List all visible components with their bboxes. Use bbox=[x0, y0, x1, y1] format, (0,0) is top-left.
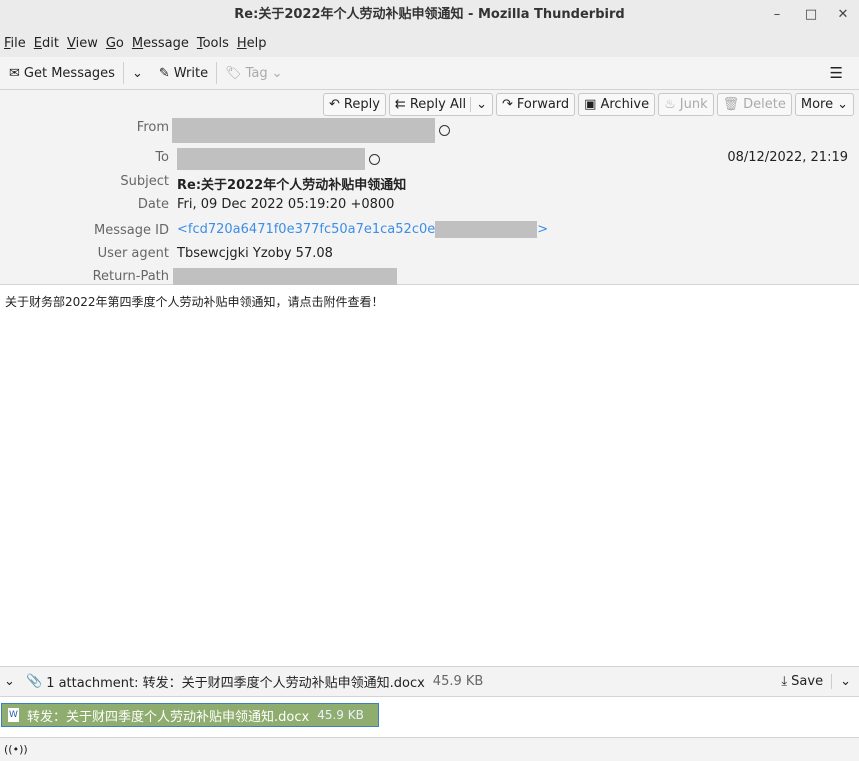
maximize-button[interactable]: □ bbox=[796, 0, 826, 30]
redacted-recipient bbox=[177, 148, 365, 170]
from-value[interactable] bbox=[172, 118, 450, 143]
chevron-down-icon: ⌄ bbox=[837, 97, 848, 112]
redacted-sender bbox=[172, 118, 435, 143]
save-button[interactable]: ⤓ Save bbox=[781, 674, 833, 689]
reply-all-icon: ⇇ bbox=[394, 97, 406, 112]
menu-view[interactable]: View bbox=[63, 36, 102, 51]
chevron-down-icon[interactable]: ⌄ bbox=[470, 97, 487, 112]
reply-button[interactable]: ↶ Reply bbox=[322, 93, 386, 116]
message-body: 关于财务部2022年第四季度个人劳动补贴申领通知，请点击附件查看！ bbox=[0, 285, 859, 666]
contact-icon[interactable] bbox=[439, 125, 450, 136]
attachment-name: 转发：关于财四季度个人劳动补贴申领通知.docx bbox=[27, 709, 310, 725]
user-agent-value: Tbsewcjgki Yzoby 57.08 bbox=[177, 246, 333, 261]
forward-button[interactable]: ↷ Forward bbox=[495, 93, 576, 116]
to-label: To bbox=[155, 150, 169, 165]
attachment-summary-size: 45.9 KB bbox=[432, 674, 484, 689]
redacted-return-path bbox=[173, 268, 397, 285]
archive-icon: ▣ bbox=[584, 97, 597, 112]
get-messages-dropdown[interactable]: ⌄ bbox=[128, 60, 147, 86]
paperclip-icon: 📎 bbox=[26, 674, 43, 689]
menu-edit[interactable]: Edit bbox=[30, 36, 63, 51]
attachment-size: 45.9 KB bbox=[317, 708, 364, 722]
user-agent-label: User agent bbox=[97, 246, 169, 261]
menu-file[interactable]: File bbox=[0, 36, 30, 51]
message-id-label: Message ID bbox=[94, 223, 169, 238]
subject-value: Re:关于2022年个人劳动补贴申领通知 bbox=[177, 178, 407, 193]
junk-button[interactable]: ♨ Junk bbox=[658, 93, 714, 116]
minimize-button[interactable]: – bbox=[762, 0, 792, 30]
write-button[interactable]: ✎ Write bbox=[155, 60, 212, 86]
message-header: ↶ Reply ⇇ Reply All ⌄ ↷ Forward ▣ Archive ♨ Ju… bbox=[0, 90, 859, 285]
menu-tools[interactable]: Tools bbox=[193, 36, 233, 51]
save-dropdown[interactable]: ⌄ bbox=[832, 674, 859, 689]
forward-icon: ↷ bbox=[501, 97, 513, 112]
tag-icon: 🏷 bbox=[225, 65, 242, 81]
return-path-label: Return-Path bbox=[92, 269, 169, 284]
close-button[interactable]: ✕ bbox=[828, 0, 858, 30]
header-actions: ↶ Reply ⇇ Reply All ⌄ ↷ Forward ▣ Archive ♨ Ju… bbox=[322, 93, 854, 116]
archive-button[interactable]: ▣ Archive bbox=[578, 93, 656, 116]
attachment-list: W 转发：关于财四季度个人劳动补贴申领通知.docx 45.9 KB bbox=[0, 697, 859, 738]
menu-message[interactable]: Message bbox=[128, 36, 193, 51]
junk-icon: ♨ bbox=[664, 97, 676, 112]
app-menu-button[interactable]: ☰ bbox=[826, 60, 847, 86]
to-value[interactable] bbox=[177, 148, 380, 170]
pencil-icon: ✎ bbox=[158, 65, 170, 81]
get-messages-button[interactable]: ✉ Get Messages bbox=[5, 60, 119, 86]
window-title: Re:关于2022年个人劳动补贴申领通知 - Mozilla Thunderbi… bbox=[234, 7, 625, 22]
message-id-link[interactable]: <fcd720a6471f0e377fc50a7e1ca52c0e > bbox=[177, 221, 548, 238]
chevron-down-icon: ⌄ bbox=[131, 65, 143, 81]
more-button[interactable]: More ⌄ bbox=[794, 93, 854, 116]
attachment-item[interactable]: W 转发：关于财四季度个人劳动补贴申领通知.docx 45.9 KB bbox=[1, 703, 379, 727]
delete-button[interactable]: 🗑 Delete bbox=[716, 93, 792, 116]
from-label: From bbox=[136, 120, 169, 135]
trash-icon: 🗑 bbox=[722, 97, 740, 112]
divider bbox=[216, 62, 218, 84]
chevron-down-icon: ⌄ bbox=[271, 65, 283, 81]
reply-icon: ↶ bbox=[328, 97, 340, 112]
word-document-icon: W bbox=[8, 708, 19, 722]
attachment-summary[interactable]: 1 attachment: 转发：关于财四季度个人劳动补贴申领通知.docx bbox=[46, 672, 425, 691]
envelope-icon: ✉ bbox=[9, 65, 20, 81]
body-text: 关于财务部2022年第四季度个人劳动补贴申领通知，请点击附件查看！ bbox=[5, 295, 384, 309]
tag-button[interactable]: 🏷 Tag ⌄ bbox=[221, 60, 286, 86]
main-toolbar: ✉ Get Messages ⌄ ✎ Write 🏷 Tag ⌄ ☰ bbox=[0, 57, 859, 90]
date-label: Date bbox=[137, 197, 169, 212]
divider bbox=[122, 62, 124, 84]
status-bar: ((•)) bbox=[0, 738, 859, 761]
date-short: 08/12/2022, 21:19 bbox=[727, 150, 848, 165]
download-icon: ⤓ bbox=[781, 674, 788, 689]
contact-icon[interactable] bbox=[369, 153, 380, 165]
redacted-id bbox=[435, 221, 538, 238]
reply-all-button[interactable]: ⇇ Reply All ⌄ bbox=[388, 93, 493, 116]
menu-go[interactable]: Go bbox=[102, 36, 128, 51]
subject-label: Subject bbox=[120, 174, 169, 189]
date-value: Fri, 09 Dec 2022 05:19:20 +0800 bbox=[177, 197, 395, 212]
online-status-icon[interactable]: ((•)) bbox=[4, 743, 28, 756]
chevron-down-icon[interactable]: ⌄ bbox=[4, 674, 22, 689]
menu-bar: File Edit View Go Message Tools Help bbox=[0, 30, 859, 57]
menu-help[interactable]: Help bbox=[233, 36, 271, 51]
attachment-bar: ⌄ 📎 1 attachment: 转发：关于财四季度个人劳动补贴申领通知.do… bbox=[0, 666, 859, 697]
return-path-value bbox=[173, 268, 397, 285]
title-bar: Re:关于2022年个人劳动补贴申领通知 - Mozilla Thunderbi… bbox=[0, 0, 859, 30]
